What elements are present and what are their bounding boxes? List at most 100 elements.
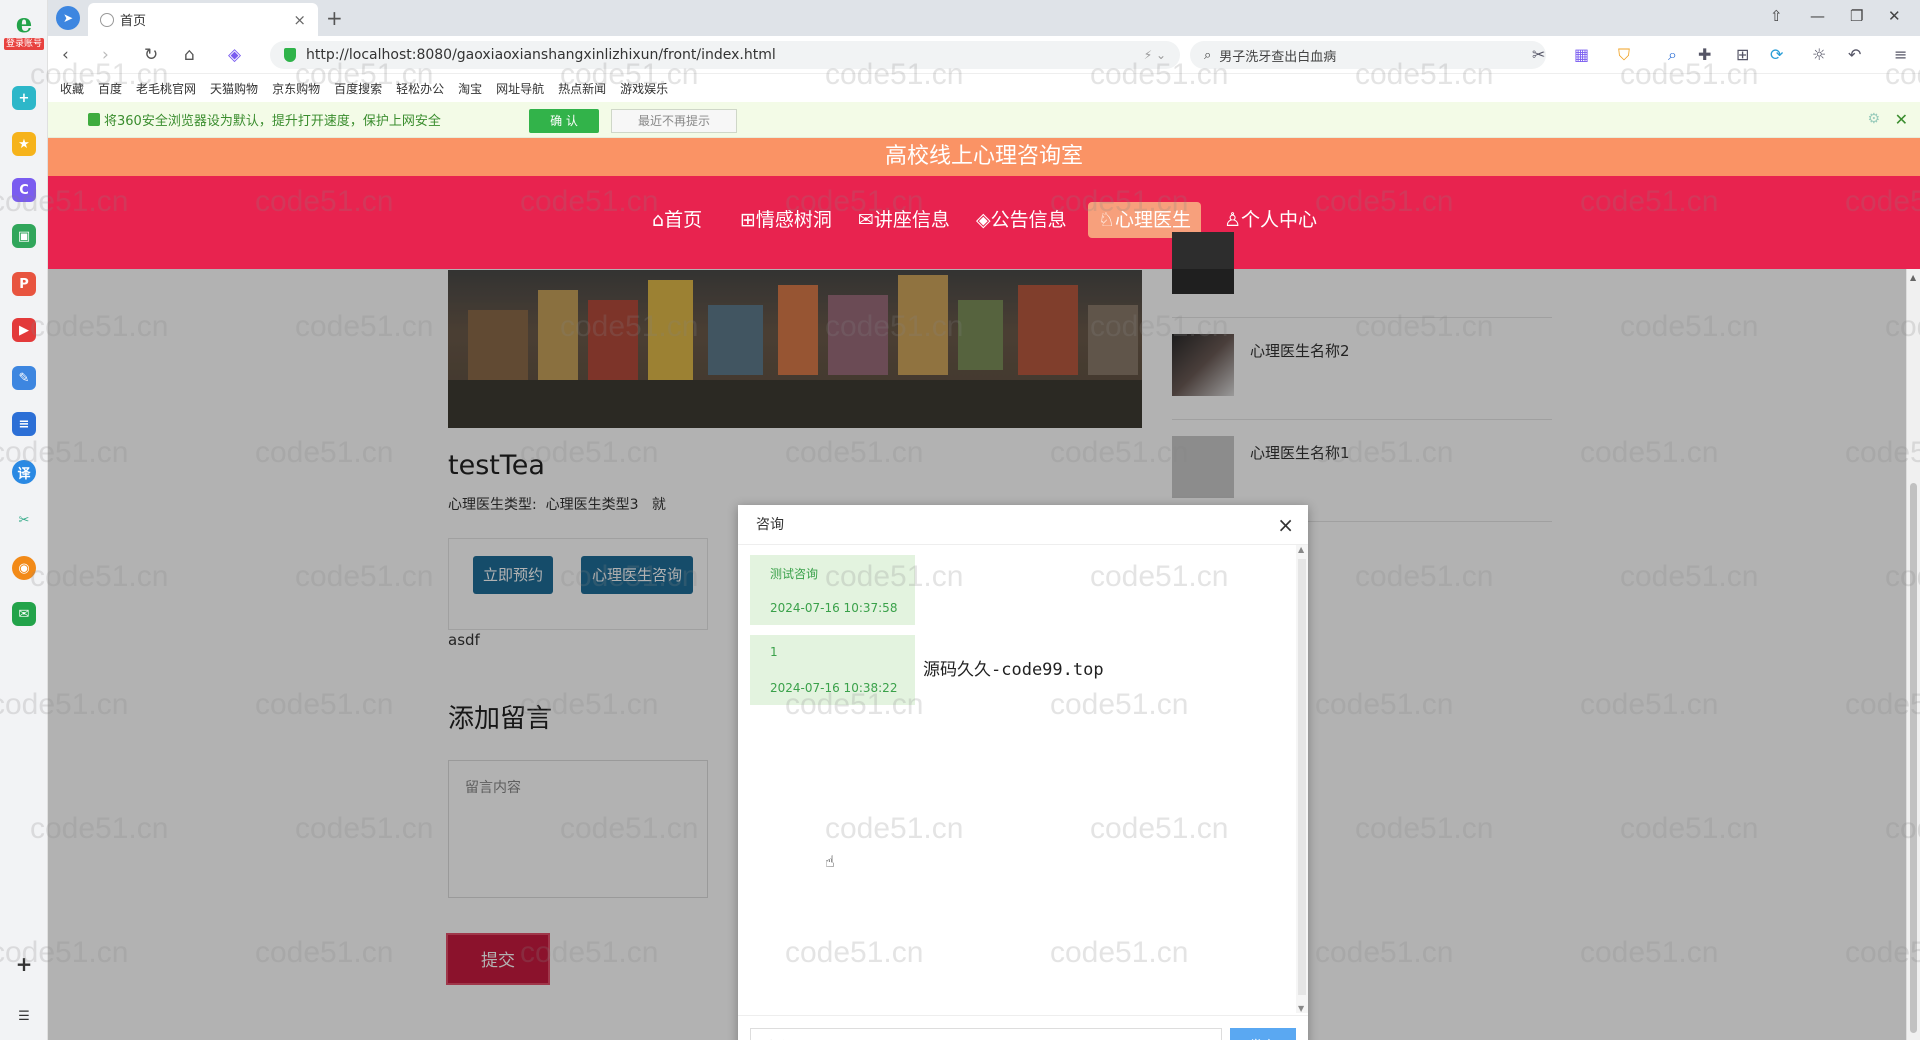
scroll-up-icon[interactable]: ▲ <box>1298 545 1304 554</box>
close-tab-icon[interactable]: × <box>293 11 306 29</box>
minimize-icon[interactable]: — <box>1810 7 1825 25</box>
bookmark-item[interactable]: 淘宝 <box>458 80 482 97</box>
consult-dialog: 咨询 × 测试咨询 2024-07-16 10:37:58 1 2024-07-… <box>738 505 1308 1040</box>
menu-list-icon[interactable]: ☰ <box>12 1004 36 1028</box>
address-toolbar: ‹ › ↻ ⌂ ◈ http://localhost:8080/gaoxiaox… <box>48 36 1920 74</box>
bookmark-item[interactable]: 游戏娱乐 <box>620 80 668 97</box>
close-icon[interactable]: × <box>1277 505 1294 545</box>
reload-icon[interactable]: ↻ <box>144 45 158 65</box>
pin-icon[interactable]: ⇧ <box>1770 7 1783 25</box>
gear-icon[interactable]: ⚙ <box>1867 111 1880 127</box>
nav-item-notice[interactable]: ◈公告信息 <box>966 202 1077 238</box>
nav-item-home[interactable]: ⌂首页 <box>642 202 712 238</box>
scissors-icon[interactable]: ✂ <box>12 508 36 532</box>
edit-icon[interactable]: ✎ <box>12 366 36 390</box>
search-box[interactable]: ⌕ 男子洗牙查出白血病 <box>1190 41 1546 69</box>
sync-icon[interactable]: ⟳ <box>1770 45 1783 64</box>
nav-item-tree-hole[interactable]: ⊞情感树洞 <box>730 202 842 238</box>
login-badge[interactable]: 登录账号 <box>4 38 44 50</box>
browser-logo[interactable]: e 登录账号 <box>4 10 44 50</box>
bookmark-item[interactable]: 百度 <box>98 80 122 97</box>
site-nav: ⌂首页 ⊞情感树洞 ✉讲座信息 ◈公告信息 ♘心理医生 ♙个人中心 <box>48 176 1920 269</box>
weibo-icon[interactable]: ◉ <box>12 556 36 580</box>
translate-icon[interactable]: 译 <box>12 460 36 484</box>
lock-icon <box>88 113 100 126</box>
chat-message: 测试咨询 2024-07-16 10:37:58 <box>750 555 915 625</box>
tab-bar: ➤ 首页 × + ⇧ — ❐ ✕ <box>48 0 1920 36</box>
dialog-header: 咨询 × <box>738 505 1308 545</box>
message-text: 测试咨询 <box>770 567 819 581</box>
theme-icon[interactable]: ☼ <box>1812 45 1826 64</box>
scrollbar-thumb[interactable] <box>1910 483 1917 1033</box>
browser-logo-icon: e <box>15 9 33 39</box>
dialog-title: 咨询 <box>756 517 784 533</box>
globe-icon <box>100 12 114 27</box>
ai-icon[interactable]: C <box>12 178 36 202</box>
bookmark-item[interactable]: 轻松办公 <box>396 80 444 97</box>
nav-item-lecture[interactable]: ✉讲座信息 <box>848 202 960 238</box>
message-text: 1 <box>770 645 778 659</box>
message-time: 2024-07-16 10:38:22 <box>770 681 898 695</box>
chat-message: 1 2024-07-16 10:38:22 <box>750 635 915 705</box>
sidebar-app-icon[interactable]: + <box>12 86 36 110</box>
close-icon[interactable]: ✕ <box>1895 110 1908 129</box>
confirm-button[interactable]: 确 认 <box>529 109 599 133</box>
doc-icon[interactable]: ≡ <box>12 412 36 436</box>
bookmarks-bar: 收藏 百度 老毛桃官网 天猫购物 京东购物 百度搜索 轻松办公 淘宝 网址导航 … <box>48 74 1920 102</box>
home-icon[interactable]: ⌂ <box>184 45 195 65</box>
hand-cursor-icon: ☝ <box>825 852 835 871</box>
bookmark-item[interactable]: 京东购物 <box>272 80 320 97</box>
site-title: 高校线上心理咨询室 <box>48 138 1920 176</box>
secure-shield-icon <box>284 48 296 62</box>
extension-icon[interactable]: ▦ <box>1574 45 1589 64</box>
scroll-down-icon[interactable]: ▼ <box>1298 1004 1304 1013</box>
page-scrollbar[interactable]: ▲ <box>1906 269 1920 1040</box>
chat-scrollbar[interactable]: ▲ ▼ <box>1296 545 1308 1013</box>
address-bar[interactable]: http://localhost:8080/gaoxiaoxianshangxi… <box>270 41 1180 69</box>
ai-assistant-icon[interactable]: ◈ <box>228 45 241 65</box>
message-input[interactable] <box>750 1028 1222 1040</box>
forward-icon[interactable]: › <box>102 45 109 65</box>
address-actions-icon[interactable]: ⚡ ⌄ <box>1144 48 1166 62</box>
web-page: 高校线上心理咨询室 ⌂首页 ⊞情感树洞 ✉讲座信息 ◈公告信息 ♘心理医生 ♙个… <box>48 138 1920 1040</box>
cut-icon[interactable]: ✂ <box>1532 45 1545 64</box>
message-time: 2024-07-16 10:37:58 <box>770 601 898 615</box>
reply-text: 源码久久-code99.top <box>923 660 1104 680</box>
dialog-footer: 发布 <box>738 1015 1308 1040</box>
menu-icon[interactable]: ≡ <box>1894 45 1907 64</box>
video-icon[interactable]: ▶ <box>12 318 36 342</box>
undo-icon[interactable]: ↶ <box>1848 45 1861 64</box>
tab-home[interactable]: 首页 × <box>88 3 318 36</box>
default-browser-notice: 将360安全浏览器设为默认，提升打开速度，保护上网安全 确 认 最近不再提示 ⚙… <box>48 102 1920 138</box>
url-text: http://localhost:8080/gaoxiaoxianshangxi… <box>306 47 776 63</box>
star-icon[interactable]: ★ <box>12 132 36 156</box>
search-text: 男子洗牙查出白血病 <box>1219 49 1337 65</box>
add-icon[interactable]: + <box>12 952 36 976</box>
search-icon: ⌕ <box>1204 47 1212 63</box>
puzzle-icon[interactable]: ✚ <box>1698 45 1711 64</box>
back-icon[interactable]: ‹ <box>62 45 69 65</box>
dont-remind-button[interactable]: 最近不再提示 <box>611 109 737 133</box>
bookmark-item[interactable]: 收藏 <box>60 80 84 97</box>
grid-icon[interactable]: ⊞ <box>1736 45 1749 64</box>
bookmark-item[interactable]: 网址导航 <box>496 80 544 97</box>
browser-nav-icon[interactable]: ➤ <box>56 6 80 30</box>
bookmark-item[interactable]: 百度搜索 <box>334 80 382 97</box>
bookmark-item[interactable]: 天猫购物 <box>210 80 258 97</box>
chat-area: 测试咨询 2024-07-16 10:37:58 1 2024-07-16 10… <box>738 545 1296 1013</box>
send-button[interactable]: 发布 <box>1230 1028 1296 1040</box>
notice-text: 将360安全浏览器设为默认，提升打开速度，保护上网安全 <box>104 114 441 129</box>
new-tab-icon[interactable]: + <box>326 6 343 30</box>
restore-icon[interactable]: ❐ <box>1850 7 1863 25</box>
image-icon[interactable]: ▣ <box>12 224 36 248</box>
bookmark-item[interactable]: 热点新闻 <box>558 80 606 97</box>
zoom-icon[interactable]: ⌕ <box>1668 45 1677 65</box>
bookmark-item[interactable]: 老毛桃官网 <box>136 80 196 97</box>
scroll-up-icon[interactable]: ▲ <box>1910 273 1916 282</box>
tab-title: 首页 <box>120 14 147 29</box>
mail-app-icon[interactable]: ✉ <box>12 602 36 626</box>
shield-icon[interactable]: ⛉ <box>1618 45 1630 65</box>
close-window-icon[interactable]: ✕ <box>1888 7 1901 25</box>
pdf-icon[interactable]: P <box>12 272 36 296</box>
scrollbar-thumb[interactable] <box>1298 559 1306 995</box>
